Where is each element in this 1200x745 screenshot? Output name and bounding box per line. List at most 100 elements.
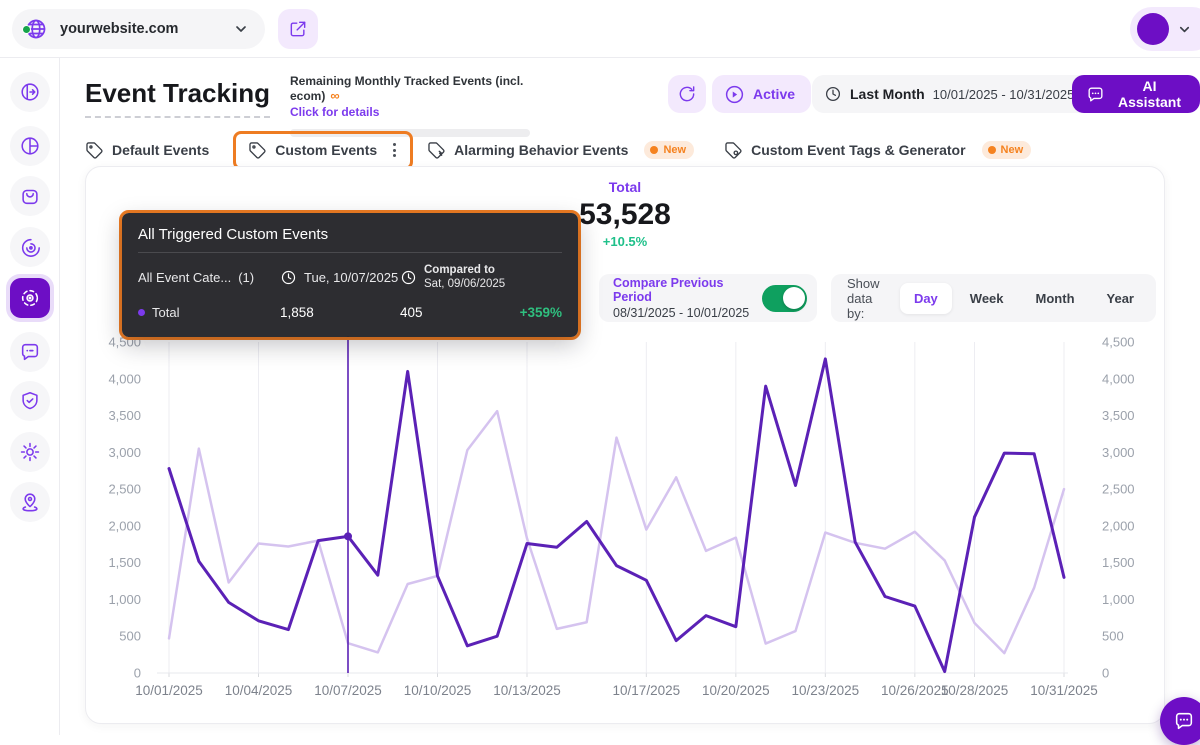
show-data-label: Show data by: xyxy=(847,276,890,321)
tooltip-category: All Event Cate... (1) xyxy=(138,270,280,285)
remaining-events-block: Remaining Monthly Tracked Events (incl. … xyxy=(290,74,540,137)
main-content: Event Tracking Remaining Monthly Tracked… xyxy=(60,58,1200,735)
refresh-button[interactable] xyxy=(668,75,706,113)
sidebar-item-session-replay[interactable] xyxy=(10,227,50,267)
website-selector[interactable]: yourwebsite.com xyxy=(12,9,265,49)
sidebar-item-ecommerce[interactable] xyxy=(10,176,50,216)
orange-dot xyxy=(650,146,658,154)
svg-text:2,500: 2,500 xyxy=(1102,482,1135,497)
option-week[interactable]: Week xyxy=(956,283,1018,314)
sidebar-item-security[interactable] xyxy=(10,381,50,421)
tab-custom-event-tags-generator[interactable]: Custom Event Tags & Generator New xyxy=(724,141,1031,160)
events-chart[interactable]: 005005001,0001,0001,5001,5002,0002,0002,… xyxy=(86,336,1166,711)
sidebar-item-event-tracking[interactable] xyxy=(6,274,54,322)
refresh-icon xyxy=(677,84,697,104)
svg-text:10/23/2025: 10/23/2025 xyxy=(792,683,860,698)
gear-icon xyxy=(19,441,41,463)
tab-options-menu[interactable] xyxy=(391,141,398,159)
compare-title: Compare Previous Period xyxy=(613,276,762,304)
tooltip-compared-date: Compared toSat, 09/06/2025 xyxy=(400,263,516,292)
period-range: 10/01/2025 - 10/31/2025 xyxy=(933,87,1075,102)
svg-text:1,500: 1,500 xyxy=(108,555,141,570)
tab-default-events[interactable]: Default Events xyxy=(85,141,209,160)
svg-text:0: 0 xyxy=(1102,666,1109,681)
new-badge-label: New xyxy=(1001,144,1024,156)
avatar xyxy=(1137,13,1169,45)
remaining-events-text: Remaining Monthly Tracked Events (incl. … xyxy=(290,74,523,103)
previous-value: 405 xyxy=(400,305,516,320)
compared-label: Compared to xyxy=(424,263,505,277)
open-website-button[interactable] xyxy=(278,9,318,49)
tooltip-annotation-highlight: All Triggered Custom Events All Event Ca… xyxy=(119,210,581,340)
sidebar xyxy=(0,58,60,735)
shopping-bag-icon xyxy=(19,185,41,207)
event-tracking-active-bg xyxy=(10,278,50,318)
tooltip-header-row: All Event Cate... (1) Tue, 10/07/2025 xyxy=(138,263,562,292)
svg-text:10/13/2025: 10/13/2025 xyxy=(493,683,561,698)
tag-icon xyxy=(85,141,104,160)
event-target-icon xyxy=(19,287,41,309)
chat-bubble-icon xyxy=(19,341,41,363)
svg-text:10/01/2025: 10/01/2025 xyxy=(135,683,203,698)
svg-text:4,000: 4,000 xyxy=(1102,371,1135,386)
chart-card: Total 53,528 +10.5% All Triggered Custom… xyxy=(85,166,1165,724)
clock-icon xyxy=(824,85,842,103)
ai-assistant-button[interactable]: AI Assistant xyxy=(1072,75,1200,113)
svg-text:2,000: 2,000 xyxy=(108,518,141,533)
tab-label: Custom Events xyxy=(275,142,377,158)
sidebar-item-location[interactable] xyxy=(10,482,50,522)
online-status-dot xyxy=(22,25,31,34)
user-menu[interactable] xyxy=(1130,7,1200,51)
details-link[interactable]: Click for details xyxy=(290,105,379,119)
new-badge: New xyxy=(982,141,1032,159)
svg-text:10/20/2025: 10/20/2025 xyxy=(702,683,770,698)
svg-text:10/10/2025: 10/10/2025 xyxy=(404,683,472,698)
current-value: 1,858 xyxy=(280,305,400,320)
svg-text:2,500: 2,500 xyxy=(108,482,141,497)
svg-text:10/07/2025: 10/07/2025 xyxy=(314,683,382,698)
ai-chat-icon xyxy=(1086,85,1105,104)
tab-label: Custom Event Tags & Generator xyxy=(751,142,965,158)
tab-label: Alarming Behavior Events xyxy=(454,142,628,158)
toggle-knob xyxy=(783,287,805,309)
sidebar-item-settings[interactable] xyxy=(10,432,50,472)
infinity-badge: ∞ xyxy=(330,88,339,103)
globe-icon xyxy=(24,17,48,41)
sidebar-item-collapse[interactable] xyxy=(10,72,50,112)
chat-fab[interactable] xyxy=(1160,697,1200,745)
location-pin-icon xyxy=(19,491,41,513)
svg-text:1,500: 1,500 xyxy=(1102,555,1135,570)
option-year[interactable]: Year xyxy=(1093,283,1148,314)
custom-events-annotation-highlight: Custom Events xyxy=(233,131,413,170)
sidebar-item-feedback[interactable] xyxy=(10,332,50,372)
svg-text:4,500: 4,500 xyxy=(1102,336,1135,350)
svg-text:4,000: 4,000 xyxy=(108,371,141,386)
svg-text:500: 500 xyxy=(119,629,141,644)
tab-alarming-behavior-events[interactable]: Alarming Behavior Events New xyxy=(427,141,694,160)
series-label: Total xyxy=(152,305,179,320)
option-month[interactable]: Month xyxy=(1022,283,1089,314)
event-tabs: Default Events Custom Events Alarming Be… xyxy=(85,130,1031,170)
active-status-button[interactable]: Active xyxy=(712,75,811,113)
svg-text:1,000: 1,000 xyxy=(1102,592,1135,607)
svg-text:10/26/2025: 10/26/2025 xyxy=(881,683,949,698)
svg-text:10/31/2025: 10/31/2025 xyxy=(1030,683,1098,698)
option-day[interactable]: Day xyxy=(900,283,952,314)
svg-text:3,000: 3,000 xyxy=(108,445,141,460)
show-data-by: Show data by: Day Week Month Year xyxy=(831,274,1156,322)
svg-text:10/17/2025: 10/17/2025 xyxy=(613,683,681,698)
compared-date: Sat, 09/06/2025 xyxy=(424,278,505,290)
svg-text:2,000: 2,000 xyxy=(1102,518,1135,533)
svg-text:3,500: 3,500 xyxy=(1102,408,1135,423)
compare-toggle[interactable] xyxy=(762,285,807,312)
chevron-down-icon xyxy=(233,21,249,37)
external-link-icon xyxy=(288,19,308,39)
date-range-selector[interactable]: Last Month 10/01/2025 - 10/31/2025 xyxy=(812,75,1107,113)
pie-chart-icon xyxy=(19,135,41,157)
svg-text:500: 500 xyxy=(1102,629,1124,644)
tab-custom-events[interactable]: Custom Events xyxy=(248,141,377,160)
active-label: Active xyxy=(753,86,795,102)
new-badge-label: New xyxy=(663,144,686,156)
current-date: Tue, 10/07/2025 xyxy=(304,270,398,285)
sidebar-item-analytics[interactable] xyxy=(10,126,50,166)
